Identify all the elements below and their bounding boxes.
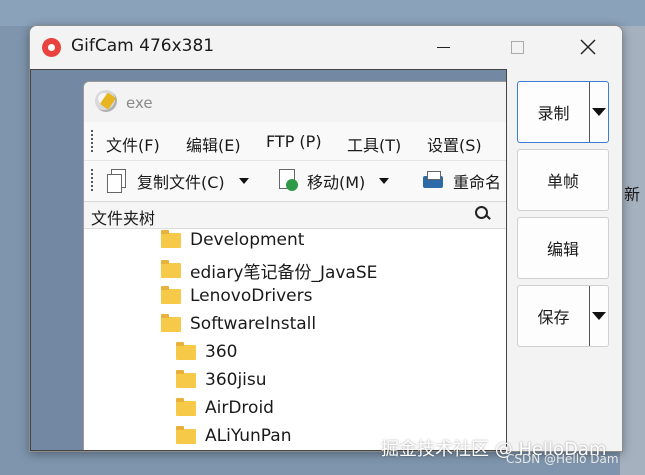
folder-icon bbox=[161, 285, 181, 304]
copy-file-label: 复制文件(C) bbox=[137, 173, 225, 192]
tree-item-label: ALiYunPan bbox=[205, 426, 292, 446]
tree-item-label: LenovoDrivers bbox=[190, 286, 313, 306]
tree-item-label: 360jisu bbox=[205, 370, 267, 390]
menu-ftp[interactable]: FTP (P) bbox=[266, 132, 322, 151]
copy-icon bbox=[106, 169, 128, 193]
tree-item[interactable]: 360 bbox=[176, 341, 238, 362]
app-icon bbox=[95, 90, 117, 112]
folder-icon bbox=[176, 341, 196, 360]
minimize-button[interactable] bbox=[425, 32, 461, 62]
tree-item-label: 360 bbox=[205, 342, 238, 362]
tree-item[interactable]: AirDroid bbox=[176, 397, 274, 418]
watermark-sub: CSDN @Hello Dam bbox=[506, 452, 619, 466]
save-dropdown-button[interactable] bbox=[589, 286, 608, 346]
tree-item[interactable]: LenovoDrivers bbox=[161, 285, 313, 306]
frame-label: 单帧 bbox=[546, 172, 579, 191]
edit-label: 编辑 bbox=[546, 240, 579, 259]
maximize-button[interactable] bbox=[499, 32, 535, 62]
exe-window: exe 文件(F) 编辑(E) FTP (P) 工具(T) 设置(S) 复制文件… bbox=[83, 81, 506, 450]
tree-item[interactable]: Development bbox=[161, 229, 305, 250]
toolbar-grip[interactable] bbox=[91, 169, 95, 191]
chevron-down-icon[interactable] bbox=[238, 178, 249, 184]
tree-item-label: SoftwareInstall bbox=[190, 314, 317, 334]
move-icon bbox=[276, 169, 298, 193]
close-icon bbox=[580, 39, 596, 55]
rename-button[interactable]: 重命名 bbox=[422, 169, 501, 193]
tree-item[interactable]: SoftwareInstall bbox=[161, 313, 317, 334]
rename-icon bbox=[422, 169, 444, 193]
exe-title: exe bbox=[126, 94, 153, 112]
folder-icon bbox=[161, 229, 181, 248]
save-button[interactable]: 保存 bbox=[517, 285, 609, 347]
record-button[interactable]: 录制 bbox=[517, 81, 609, 143]
menu-file[interactable]: 文件(F) bbox=[106, 132, 160, 156]
desktop-background bbox=[0, 0, 645, 26]
tree-item[interactable]: ALiYunPan bbox=[176, 425, 292, 446]
record-dropdown-button[interactable] bbox=[589, 82, 608, 142]
capture-area[interactable]: exe 文件(F) 编辑(E) FTP (P) 工具(T) 设置(S) 复制文件… bbox=[30, 69, 507, 451]
menubar-grip[interactable] bbox=[91, 130, 95, 152]
gifcam-logo-icon bbox=[42, 38, 61, 57]
tree-item[interactable]: ediary笔记备份_JavaSE bbox=[161, 258, 377, 283]
folder-tree-header: 文件夹树 bbox=[84, 202, 506, 229]
folder-icon bbox=[161, 313, 181, 332]
tree-item[interactable]: 360jisu bbox=[176, 369, 267, 390]
tree-item-label: Development bbox=[190, 230, 305, 250]
move-label: 移动(M) bbox=[307, 173, 366, 192]
folder-icon bbox=[176, 397, 196, 416]
copy-file-button[interactable]: 复制文件(C) bbox=[106, 169, 249, 193]
tree-item-label: ediary笔记备份_JavaSE bbox=[190, 263, 378, 283]
toolbar: 复制文件(C) 移动(M) 重命名 bbox=[84, 161, 506, 202]
search-icon[interactable] bbox=[475, 206, 488, 219]
desktop-background-right bbox=[620, 26, 645, 475]
record-label: 录制 bbox=[537, 104, 570, 123]
folder-icon bbox=[176, 425, 196, 444]
folder-icon bbox=[161, 260, 181, 278]
folder-icon bbox=[176, 369, 196, 388]
gifcam-controls: 录制 单帧 编辑 保存 bbox=[508, 69, 622, 451]
menu-bar: 文件(F) 编辑(E) FTP (P) 工具(T) 设置(S) bbox=[84, 122, 506, 161]
gifcam-window: GifCam 476x381 exe 文件(F) 编辑(E) FTP (P) 工… bbox=[29, 25, 623, 452]
gifcam-titlebar[interactable]: GifCam 476x381 bbox=[30, 26, 622, 68]
edit-button[interactable]: 编辑 bbox=[517, 217, 609, 279]
menu-settings[interactable]: 设置(S) bbox=[427, 132, 482, 156]
close-button[interactable] bbox=[570, 32, 606, 62]
exe-titlebar[interactable]: exe bbox=[84, 82, 506, 122]
menu-edit[interactable]: 编辑(E) bbox=[186, 132, 241, 156]
save-label: 保存 bbox=[537, 308, 570, 327]
tree-item-label: AirDroid bbox=[205, 398, 274, 418]
folder-tree: Development ediary笔记备份_JavaSE LenovoDriv… bbox=[84, 229, 506, 450]
frame-button[interactable]: 单帧 bbox=[517, 149, 609, 211]
move-button[interactable]: 移动(M) bbox=[276, 169, 390, 193]
window-title: GifCam 476x381 bbox=[71, 36, 215, 56]
chevron-down-icon[interactable] bbox=[379, 178, 390, 184]
rename-label: 重命名 bbox=[453, 173, 502, 192]
toolbar-new-partial[interactable]: 新 bbox=[624, 181, 640, 205]
folder-tree-title: 文件夹树 bbox=[91, 209, 156, 228]
menu-tools[interactable]: 工具(T) bbox=[347, 132, 401, 156]
